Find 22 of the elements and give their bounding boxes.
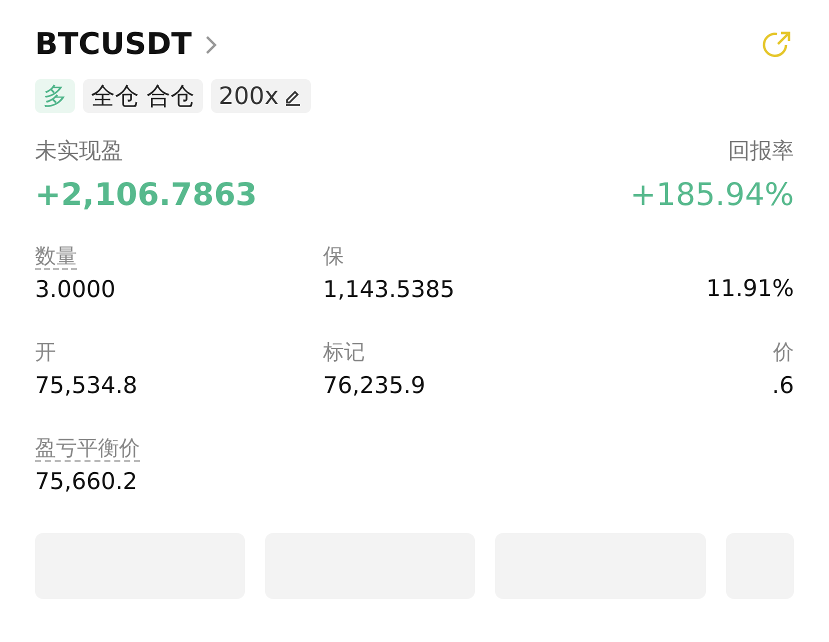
roe-value: +185.94% [630, 176, 794, 215]
stat-value: 1,143.5385 [323, 276, 455, 304]
roe-label: 回报率 [728, 138, 794, 166]
stat-value: 76,235.9 [323, 372, 426, 400]
symbol-title[interactable]: BTCUSDT [35, 22, 192, 67]
stat-label: 保 [323, 244, 344, 268]
stat-value: 75,534.8 [35, 372, 138, 400]
stat-value: 3.0000 [35, 276, 116, 304]
stat-label: 标记 [323, 340, 365, 364]
stat-label: 数量 [35, 244, 77, 270]
stat-label: 盈亏平衡价 [35, 436, 140, 462]
pnl-label: 未实现盈 [35, 138, 124, 166]
pnl-value: +2,106.7863 [35, 176, 258, 215]
position-tag: 全仓 合仓 [83, 79, 203, 113]
stat-value: 11.91% [706, 275, 794, 304]
stat-value: .6 [772, 372, 794, 400]
leverage-button[interactable]: 200x [210, 79, 311, 113]
stat-label: 价 [773, 340, 794, 364]
stat-label: 开 [35, 340, 56, 364]
chevron-right-icon[interactable] [204, 34, 218, 56]
stat-value: 75,660.2 [35, 468, 138, 496]
position-tag: 多 [35, 79, 75, 113]
